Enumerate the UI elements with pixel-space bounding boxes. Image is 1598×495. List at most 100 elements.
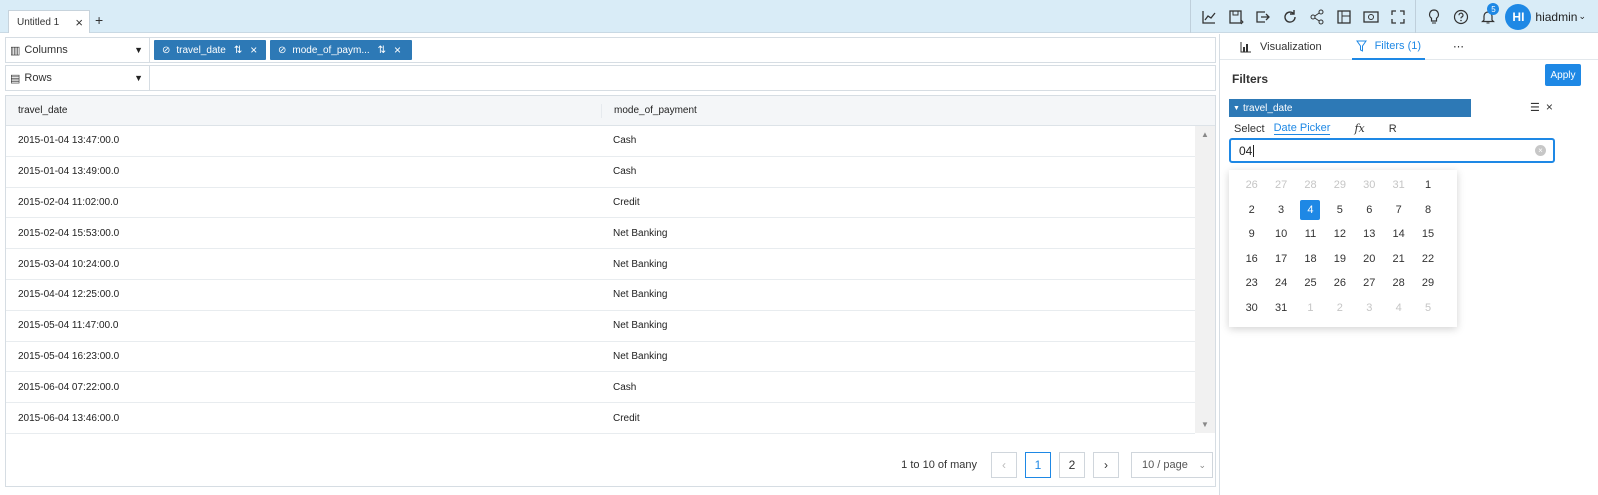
column-header-mode-of-payment[interactable]: mode_of_payment [601, 103, 1215, 118]
table-row[interactable]: 2015-05-04 16:23:00.0 Net Banking [6, 342, 1195, 373]
calendar-day[interactable]: 1 [1413, 173, 1442, 198]
preview-icon[interactable] [1357, 0, 1384, 33]
calendar-day[interactable]: 20 [1355, 247, 1384, 272]
filter-field-header[interactable]: ▼ travel_date [1229, 99, 1471, 117]
sort-icon[interactable]: ⇅ [378, 45, 386, 56]
save-icon[interactable] [1222, 0, 1249, 33]
calendar-day[interactable]: 29 [1325, 173, 1354, 198]
user-menu[interactable]: HI hiadmin ⌄ [1501, 0, 1594, 33]
calendar-day[interactable]: 21 [1384, 247, 1413, 272]
calendar-day[interactable]: 18 [1296, 247, 1325, 272]
notification-bell-icon[interactable]: 5 [1474, 0, 1501, 33]
refresh-icon[interactable] [1276, 0, 1303, 33]
calendar-day[interactable]: 10 [1266, 222, 1295, 247]
fullscreen-icon[interactable] [1384, 0, 1411, 33]
mode-select[interactable]: Select [1234, 123, 1265, 135]
calendar-day[interactable]: 12 [1325, 222, 1354, 247]
tab-visualization[interactable]: Visualization [1236, 34, 1326, 60]
table-row[interactable]: 2015-01-04 13:49:00.0 Cash [6, 157, 1195, 188]
calendar-day[interactable]: 2 [1325, 296, 1354, 321]
table-row[interactable]: 2015-02-04 15:53:00.0 Net Banking [6, 218, 1195, 250]
remove-pill-icon[interactable]: × [394, 43, 401, 57]
calendar-day[interactable]: 3 [1266, 198, 1295, 223]
help-icon[interactable] [1447, 0, 1474, 33]
rows-drop-zone[interactable] [150, 66, 1215, 90]
tab-untitled-1[interactable]: Untitled 1 × [8, 10, 90, 33]
mode-fx[interactable]: fx [1354, 122, 1364, 135]
table-row[interactable]: 2015-06-04 13:46:00.0 Credit [6, 403, 1195, 434]
calendar-day[interactable]: 22 [1413, 247, 1442, 272]
calendar-day[interactable]: 9 [1237, 222, 1266, 247]
calendar-day[interactable]: 11 [1296, 222, 1325, 247]
calendar-day[interactable]: 19 [1325, 247, 1354, 272]
calendar-day[interactable]: 29 [1413, 271, 1442, 296]
apply-button[interactable]: Apply [1545, 64, 1581, 86]
calendar-day[interactable]: 6 [1355, 198, 1384, 223]
share-icon[interactable] [1303, 0, 1330, 33]
calendar-day[interactable]: 24 [1266, 271, 1295, 296]
calendar-day[interactable]: 25 [1296, 271, 1325, 296]
calendar-day[interactable]: 16 [1237, 247, 1266, 272]
calendar-day[interactable]: 27 [1266, 173, 1295, 198]
close-tab-icon[interactable]: × [75, 15, 83, 30]
calendar-day[interactable]: 15 [1413, 222, 1442, 247]
scroll-down-icon[interactable]: ▼ [1201, 420, 1209, 429]
remove-filter-icon[interactable]: × [1546, 100, 1553, 114]
calendar-day[interactable]: 30 [1237, 296, 1266, 321]
rows-shelf-dropdown[interactable]: ▤ Rows ▼ [6, 66, 150, 90]
calendar-day[interactable]: 26 [1325, 271, 1354, 296]
cell-travel-date: 2015-06-04 07:22:00.0 [18, 381, 120, 393]
table-row[interactable]: 2015-03-04 10:24:00.0 Net Banking [6, 249, 1195, 280]
calendar-day[interactable]: 28 [1384, 271, 1413, 296]
date-input[interactable]: 04 × [1229, 138, 1555, 163]
clear-input-icon[interactable]: × [1535, 145, 1546, 156]
table-row[interactable]: 2015-05-04 11:47:00.0 Net Banking [6, 311, 1195, 342]
calendar-day[interactable]: 5 [1325, 198, 1354, 223]
page-size-select[interactable]: 10 / page ⌄ [1131, 452, 1213, 478]
calendar-day[interactable]: 27 [1355, 271, 1384, 296]
remove-pill-icon[interactable]: × [250, 43, 257, 57]
calendar-day[interactable]: 14 [1384, 222, 1413, 247]
column-pill-mode-of-payment[interactable]: ⊘ mode_of_paym... ⇅ × [270, 40, 412, 60]
calendar-day[interactable]: 31 [1266, 296, 1295, 321]
mode-date-picker[interactable]: Date Picker [1273, 122, 1331, 135]
prev-page-button[interactable]: ‹ [991, 452, 1017, 478]
calendar-day[interactable]: 30 [1355, 173, 1384, 198]
calendar-day[interactable]: 5 [1413, 296, 1442, 321]
export-icon[interactable] [1249, 0, 1276, 33]
sort-icon[interactable]: ⇅ [234, 45, 242, 56]
calendar-day[interactable]: 1 [1296, 296, 1325, 321]
calendar-day[interactable]: 4 [1384, 296, 1413, 321]
calendar-day[interactable]: 2 [1237, 198, 1266, 223]
lightbulb-icon[interactable] [1420, 0, 1447, 33]
calendar-day[interactable]: 7 [1384, 198, 1413, 223]
table-row[interactable]: 2015-06-04 07:22:00.0 Cash [6, 372, 1195, 404]
calendar-day[interactable]: 23 [1237, 271, 1266, 296]
page-1-button[interactable]: 1 [1025, 452, 1051, 478]
table-row[interactable]: 2015-02-04 11:02:00.0 Credit [6, 188, 1195, 219]
calendar-day[interactable]: 28 [1296, 173, 1325, 198]
calendar-day-selected[interactable]: 4 [1296, 198, 1325, 223]
vertical-scrollbar[interactable]: ▲ ▼ [1195, 126, 1215, 433]
calendar-day[interactable]: 31 [1384, 173, 1413, 198]
calendar-day[interactable]: 26 [1237, 173, 1266, 198]
more-options-icon[interactable]: ⋯ [1449, 34, 1468, 60]
calendar-day[interactable]: 3 [1355, 296, 1384, 321]
chart-icon[interactable] [1195, 0, 1222, 33]
table-row[interactable]: 2015-04-04 12:25:00.0 Net Banking [6, 280, 1195, 311]
layout-icon[interactable] [1330, 0, 1357, 33]
tab-filters[interactable]: Filters (1) [1351, 34, 1426, 60]
list-icon[interactable]: ☰ [1530, 101, 1540, 114]
columns-shelf-dropdown[interactable]: ▥ Columns ▼ [6, 38, 150, 62]
next-page-button[interactable]: › [1093, 452, 1119, 478]
calendar-day[interactable]: 13 [1355, 222, 1384, 247]
calendar-day[interactable]: 8 [1413, 198, 1442, 223]
column-header-travel-date[interactable]: travel_date [6, 105, 601, 116]
calendar-day[interactable]: 17 [1266, 247, 1295, 272]
table-row[interactable]: 2015-01-04 13:47:00.0 Cash [6, 126, 1195, 157]
scroll-up-icon[interactable]: ▲ [1201, 130, 1209, 139]
page-2-button[interactable]: 2 [1059, 452, 1085, 478]
column-pill-travel-date[interactable]: ⊘ travel_date ⇅ × [154, 40, 266, 60]
add-tab-button[interactable]: + [95, 12, 103, 28]
mode-r[interactable]: R [1389, 123, 1397, 135]
